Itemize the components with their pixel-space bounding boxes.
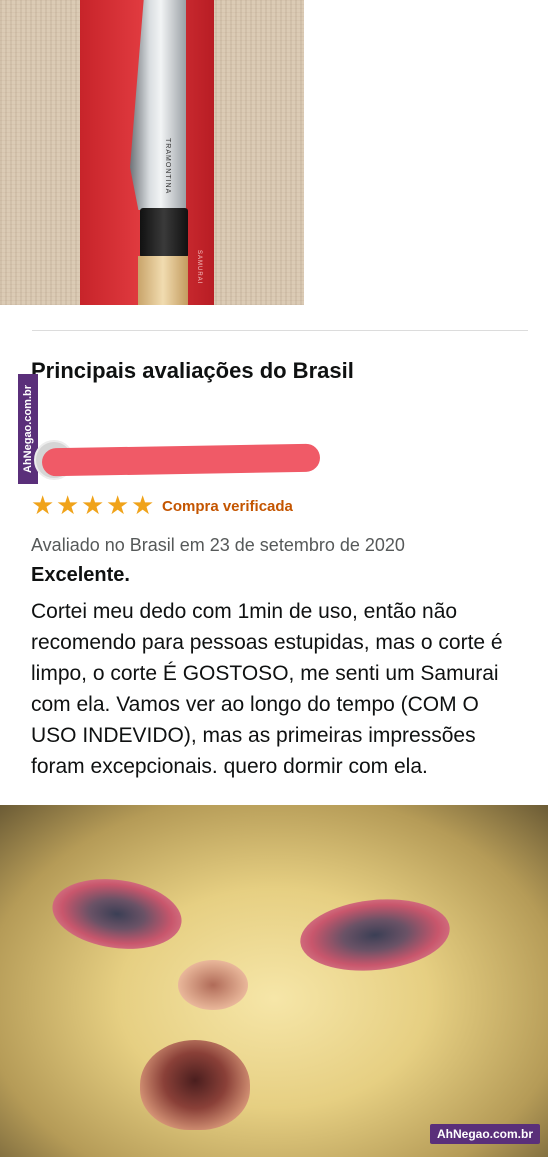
star-icon: ★ <box>106 490 130 520</box>
reviews-section-title: Principais avaliações do Brasil <box>31 358 354 383</box>
reaction-cat-photo <box>0 805 548 1157</box>
package-label: SAMURAI <box>196 250 202 285</box>
review-title[interactable]: Excelente. <box>31 564 130 587</box>
section-divider <box>32 330 528 331</box>
star-icon: ★ <box>31 490 55 520</box>
star-icon: ★ <box>56 490 80 520</box>
product-photo: TRAMONTINA SAMURAI <box>0 0 304 305</box>
star-icon: ★ <box>131 490 155 520</box>
bottom-watermark: AhNegao.com.br <box>430 1124 540 1144</box>
knife-handle <box>138 256 188 305</box>
cat-nose <box>178 960 248 1010</box>
knife-bolster <box>140 208 188 258</box>
knife-brand-text: TRAMONTINA <box>164 138 171 195</box>
review-body: Cortei meu dedo com 1min de uso, então n… <box>31 600 503 778</box>
star-rating[interactable]: ★ ★ ★ ★ ★ <box>31 490 155 520</box>
review-date: Avaliado no Brasil em 23 de setembro de … <box>31 535 405 555</box>
star-icon: ★ <box>81 490 105 520</box>
cat-mouth <box>140 1040 250 1130</box>
reviewer-name-redaction <box>41 443 321 477</box>
verified-purchase-badge: Compra verificada <box>162 498 293 515</box>
